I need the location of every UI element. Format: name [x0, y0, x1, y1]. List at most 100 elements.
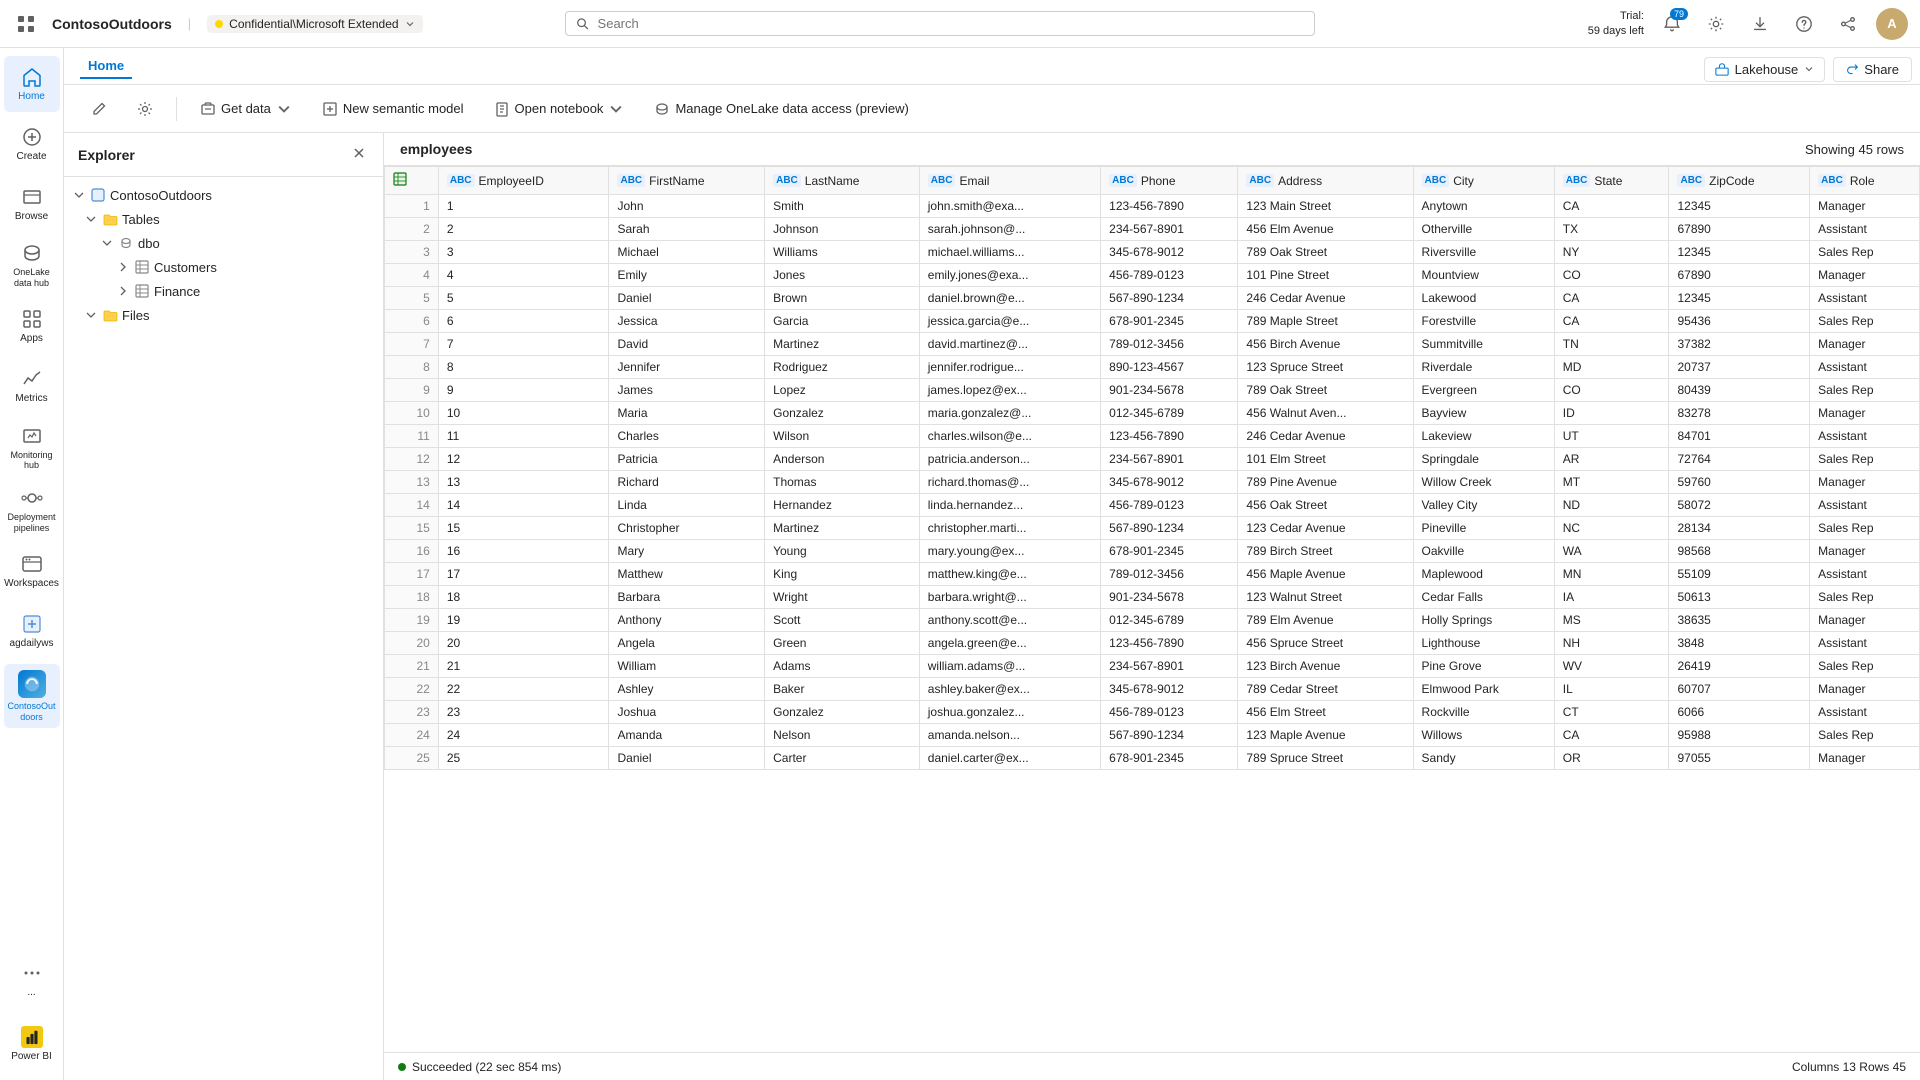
- sidebar-item-monitoring[interactable]: Monitoring hub: [4, 419, 60, 478]
- table-row[interactable]: 88JenniferRodriguezjennifer.rodrigue...8…: [385, 356, 1920, 379]
- share-button[interactable]: Share: [1833, 57, 1912, 82]
- row-number: 7: [385, 333, 439, 356]
- sidebar-item-agdailyws[interactable]: agdailyws: [4, 604, 60, 660]
- cell-zipcode: 95988: [1669, 724, 1810, 747]
- sidebar-item-more[interactable]: ...: [4, 952, 60, 1008]
- sidebar-item-apps[interactable]: Apps: [4, 299, 60, 355]
- sidebar-item-apps-label: Apps: [20, 333, 43, 345]
- sidebar-item-browse[interactable]: Browse: [4, 176, 60, 232]
- col-header-address[interactable]: ABCAddress: [1238, 167, 1413, 195]
- cell-zipcode: 67890: [1669, 264, 1810, 287]
- table-row[interactable]: 55DanielBrowndaniel.brown@e...567-890-12…: [385, 287, 1920, 310]
- table-row[interactable]: 2020AngelaGreenangela.green@e...123-456-…: [385, 632, 1920, 655]
- sidebar-item-deployment[interactable]: Deployment pipelines: [4, 481, 60, 540]
- table-row[interactable]: 1616MaryYoungmary.young@ex...678-901-234…: [385, 540, 1920, 563]
- row-number: 4: [385, 264, 439, 287]
- table-row[interactable]: 2323JoshuaGonzalezjoshua.gonzalez...456-…: [385, 701, 1920, 724]
- cell-role: Sales Rep: [1810, 655, 1920, 678]
- cell-email: barbara.wright@...: [919, 586, 1100, 609]
- lakehouse-button[interactable]: Lakehouse: [1704, 57, 1826, 82]
- col-header-firstname[interactable]: ABCFirstName: [609, 167, 765, 195]
- sensitivity-label[interactable]: Confidential\Microsoft Extended: [207, 15, 422, 33]
- manage-onelake-button[interactable]: Manage OneLake data access (preview): [643, 95, 919, 123]
- settings-button[interactable]: [1700, 8, 1732, 40]
- tree-item-workspace[interactable]: ContosoOutdoors: [64, 183, 383, 207]
- sidebar-item-metrics[interactable]: Metrics: [4, 359, 60, 415]
- cell-address: 789 Maple Street: [1238, 310, 1413, 333]
- table-row[interactable]: 1919AnthonyScottanthony.scott@e...012-34…: [385, 609, 1920, 632]
- table-row[interactable]: 22SarahJohnsonsarah.johnson@...234-567-8…: [385, 218, 1920, 241]
- sidebar-item-home[interactable]: Home: [4, 56, 60, 112]
- table-row[interactable]: 1212PatriciaAndersonpatricia.anderson...…: [385, 448, 1920, 471]
- table-row[interactable]: 44EmilyJonesemily.jones@exa...456-789-01…: [385, 264, 1920, 287]
- tab-home[interactable]: Home: [80, 54, 132, 79]
- cell-firstname: Daniel: [609, 747, 765, 770]
- edit-icon-btn[interactable]: [80, 95, 118, 123]
- sidebar-item-workspaces[interactable]: Workspaces: [4, 544, 60, 600]
- tree-item-dbo[interactable]: dbo: [64, 231, 383, 255]
- new-semantic-model-button[interactable]: New semantic model: [311, 95, 475, 123]
- topbar-right: Trial: 59 days left 79 A: [1588, 8, 1908, 40]
- table-row[interactable]: 2121WilliamAdamswilliam.adams@...234-567…: [385, 655, 1920, 678]
- cell-address: 789 Oak Street: [1238, 241, 1413, 264]
- table-row[interactable]: 1717MatthewKingmatthew.king@e...789-012-…: [385, 563, 1920, 586]
- table-row[interactable]: 2525DanielCarterdaniel.carter@ex...678-9…: [385, 747, 1920, 770]
- settings-icon-btn[interactable]: [126, 95, 164, 123]
- tree-item-customers[interactable]: Customers: [64, 255, 383, 279]
- sidebar-item-create[interactable]: Create: [4, 116, 60, 172]
- table-row[interactable]: 1515ChristopherMartinezchristopher.marti…: [385, 517, 1920, 540]
- share-network-button[interactable]: [1832, 8, 1864, 40]
- table-row[interactable]: 99JamesLopezjames.lopez@ex...901-234-567…: [385, 379, 1920, 402]
- cell-email: daniel.carter@ex...: [919, 747, 1100, 770]
- explorer-close-button[interactable]: [349, 143, 369, 166]
- cell-firstname: Sarah: [609, 218, 765, 241]
- tree-item-files[interactable]: Files: [64, 303, 383, 327]
- cell-city: Summitville: [1413, 333, 1554, 356]
- open-notebook-button[interactable]: Open notebook: [483, 95, 636, 123]
- notifications-button[interactable]: 79: [1656, 8, 1688, 40]
- sidebar-item-onelake[interactable]: OneLake data hub: [4, 236, 60, 295]
- col-header-role[interactable]: ABCRole: [1810, 167, 1920, 195]
- table-row[interactable]: 66JessicaGarciajessica.garcia@e...678-90…: [385, 310, 1920, 333]
- col-header-zipcode[interactable]: ABCZipCode: [1669, 167, 1810, 195]
- col-header-phone[interactable]: ABCPhone: [1101, 167, 1238, 195]
- row-number: 25: [385, 747, 439, 770]
- cell-phone: 678-901-2345: [1101, 310, 1238, 333]
- data-table-wrapper[interactable]: ABCEmployeeID ABCFirstName ABCLastName A…: [384, 166, 1920, 1052]
- download-button[interactable]: [1744, 8, 1776, 40]
- sidebar-item-contoso[interactable]: ContosoOut doors: [4, 664, 60, 729]
- cell-firstname: Christopher: [609, 517, 765, 540]
- table-row[interactable]: 1818BarbaraWrightbarbara.wright@...901-2…: [385, 586, 1920, 609]
- cell-zipcode: 55109: [1669, 563, 1810, 586]
- table-row[interactable]: 1414LindaHernandezlinda.hernandez...456-…: [385, 494, 1920, 517]
- row-number: 10: [385, 402, 439, 425]
- row-number: 17: [385, 563, 439, 586]
- cell-phone: 012-345-6789: [1101, 609, 1238, 632]
- cell-city: Bayview: [1413, 402, 1554, 425]
- table-row[interactable]: 1313RichardThomasrichard.thomas@...345-6…: [385, 471, 1920, 494]
- table-row[interactable]: 11JohnSmithjohn.smith@exa...123-456-7890…: [385, 195, 1920, 218]
- table-row[interactable]: 2424AmandaNelsonamanda.nelson...567-890-…: [385, 724, 1920, 747]
- col-header-state[interactable]: ABCState: [1554, 167, 1669, 195]
- help-button[interactable]: [1788, 8, 1820, 40]
- col-header-employeeid[interactable]: ABCEmployeeID: [438, 167, 609, 195]
- col-header-lastname[interactable]: ABCLastName: [765, 167, 920, 195]
- cell-state: CA: [1554, 195, 1669, 218]
- sidebar-item-powerbi[interactable]: Power BI: [4, 1016, 60, 1072]
- search-bar[interactable]: [565, 11, 1315, 36]
- apps-grid-icon[interactable]: [12, 10, 40, 38]
- tree-item-tables[interactable]: Tables: [64, 207, 383, 231]
- data-table: ABCEmployeeID ABCFirstName ABCLastName A…: [384, 166, 1920, 770]
- search-input[interactable]: [598, 16, 1304, 31]
- table-row[interactable]: 2222AshleyBakerashley.baker@ex...345-678…: [385, 678, 1920, 701]
- table-row[interactable]: 33MichaelWilliamsmichael.williams...345-…: [385, 241, 1920, 264]
- tree-item-finance[interactable]: Finance: [64, 279, 383, 303]
- get-data-button[interactable]: Get data: [189, 95, 303, 123]
- col-header-email[interactable]: ABCEmail: [919, 167, 1100, 195]
- col-header-city[interactable]: ABCCity: [1413, 167, 1554, 195]
- table-row[interactable]: 1010MariaGonzalezmaria.gonzalez@...012-3…: [385, 402, 1920, 425]
- table-row[interactable]: 77DavidMartinezdavid.martinez@...789-012…: [385, 333, 1920, 356]
- cell-lastname: Hernandez: [765, 494, 920, 517]
- table-row[interactable]: 1111CharlesWilsoncharles.wilson@e...123-…: [385, 425, 1920, 448]
- user-avatar[interactable]: A: [1876, 8, 1908, 40]
